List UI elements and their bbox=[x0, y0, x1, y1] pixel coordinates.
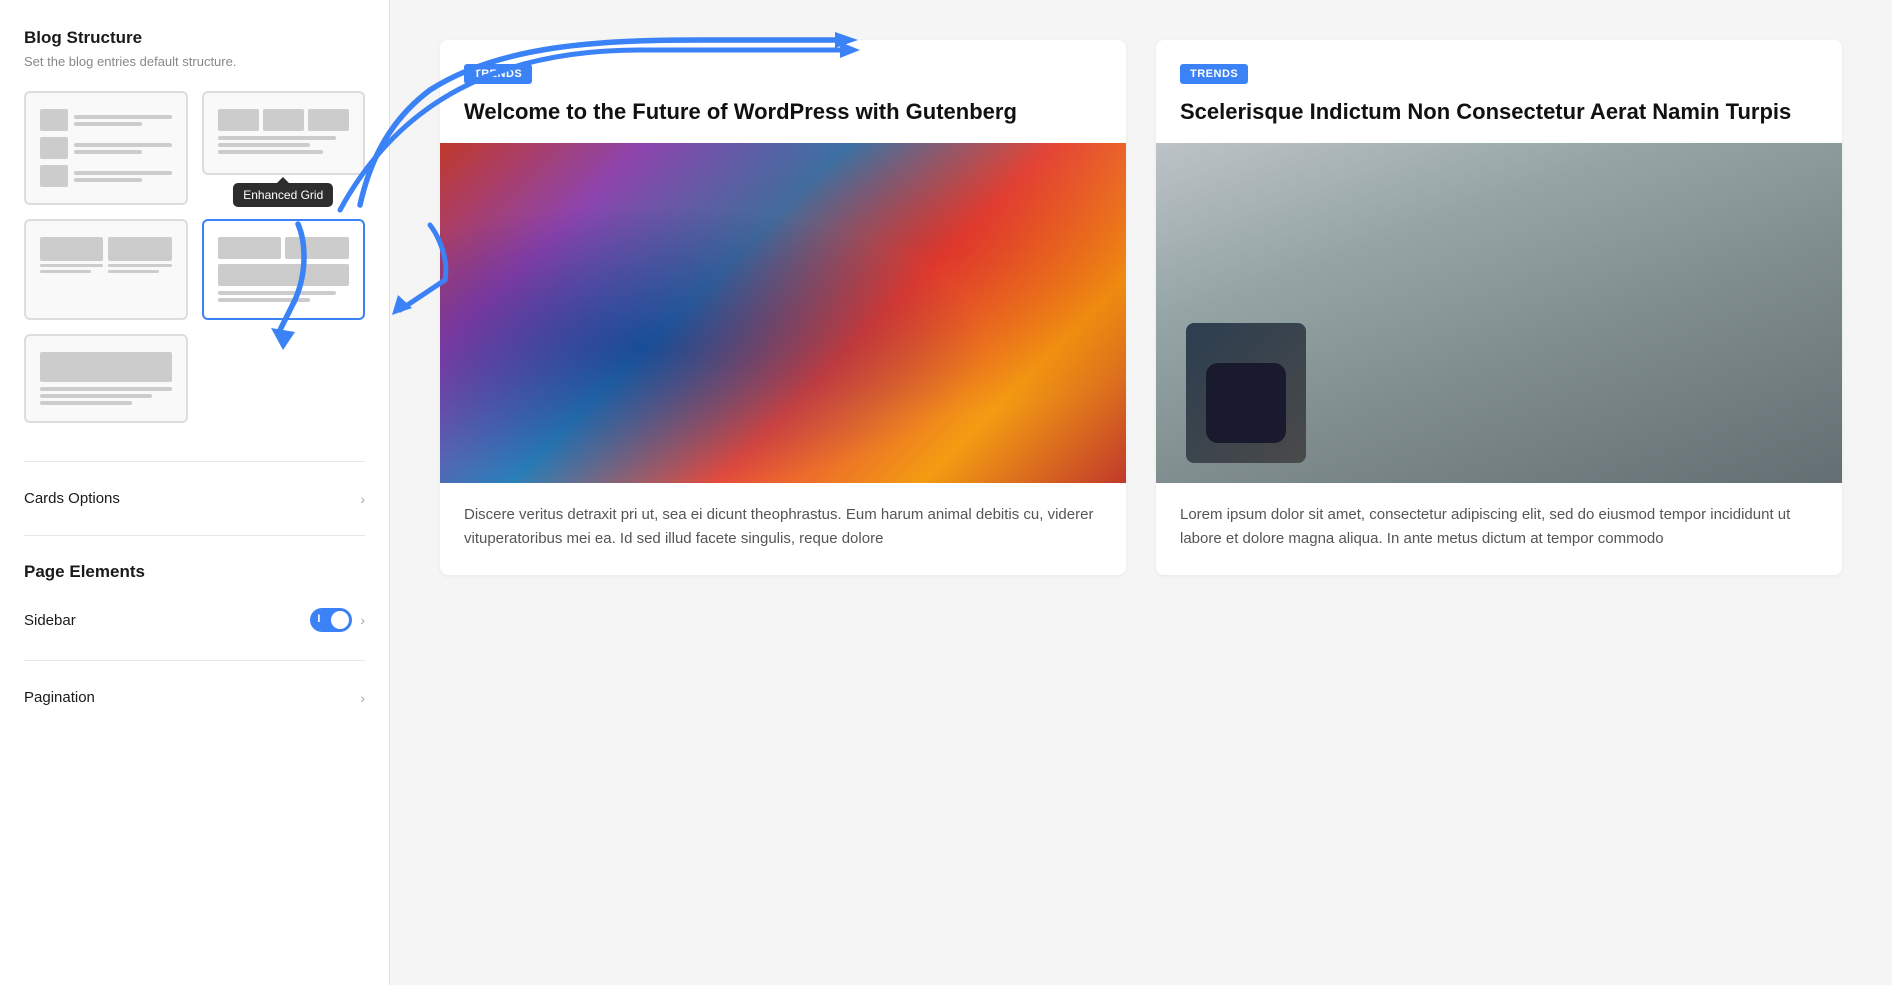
sidebar-toggle-right: I › bbox=[310, 608, 365, 632]
lines-skel bbox=[74, 115, 172, 126]
blog-card-1-body: Discere veritus detraxit pri ut, sea ei … bbox=[440, 483, 1126, 575]
line bbox=[74, 178, 142, 182]
blog-card-1-badge: TRENDS bbox=[464, 64, 532, 84]
skel-line bbox=[40, 264, 103, 267]
skel-block bbox=[285, 237, 349, 259]
layout-card-active-grid[interactable] bbox=[202, 219, 366, 320]
lines-skel bbox=[74, 143, 172, 154]
chevron-right-icon: › bbox=[360, 491, 365, 507]
thumb-skel bbox=[40, 237, 103, 261]
enhanced-bottom-lines bbox=[218, 136, 350, 154]
skel-line bbox=[218, 291, 336, 295]
skel-block bbox=[218, 109, 259, 131]
sidebar-row-chevron: › bbox=[360, 612, 365, 628]
blog-card-1-top: TRENDS Welcome to the Future of WordPres… bbox=[440, 40, 1126, 143]
line bbox=[74, 122, 142, 126]
skel-block bbox=[218, 264, 350, 286]
divider-3 bbox=[24, 660, 365, 661]
enhanced-grid-tooltip: Enhanced Grid bbox=[233, 183, 333, 207]
page-elements-title: Page Elements bbox=[24, 562, 365, 582]
toggle-knob bbox=[331, 611, 349, 629]
blog-card-2-top: TRENDS Scelerisque Indictum Non Consecte… bbox=[1156, 40, 1842, 143]
layout-preview-enhanced bbox=[214, 103, 354, 160]
sidebar-title: Blog Structure bbox=[24, 28, 365, 48]
pagination-chevron-icon: › bbox=[360, 690, 365, 706]
enhanced-top-blocks bbox=[218, 109, 350, 131]
layout-card-enhanced-grid[interactable]: Enhanced Grid bbox=[202, 91, 366, 175]
wide-lines bbox=[40, 387, 172, 405]
sidebar-subtitle: Set the blog entries default structure. bbox=[24, 54, 365, 69]
main-content: TRENDS Welcome to the Future of WordPres… bbox=[390, 0, 1892, 985]
blog-card-2-image bbox=[1156, 143, 1842, 483]
layout-preview-wide bbox=[36, 346, 176, 411]
sidebar-toggle-label: Sidebar bbox=[24, 612, 76, 629]
blog-card-2-body: Lorem ipsum dolor sit amet, consectetur … bbox=[1156, 483, 1842, 575]
active-top-blocks bbox=[218, 237, 350, 259]
layout-card-wide[interactable] bbox=[24, 334, 188, 423]
skel-line bbox=[40, 387, 172, 391]
blog-card-2-excerpt: Lorem ipsum dolor sit amet, consectetur … bbox=[1180, 503, 1818, 551]
layout-preview-active bbox=[214, 231, 354, 308]
thumb-skel bbox=[40, 352, 172, 382]
layout-preview-list bbox=[36, 103, 176, 193]
pagination-label: Pagination bbox=[24, 689, 95, 706]
thumb-skel bbox=[40, 137, 68, 159]
cards-options-label: Cards Options bbox=[24, 490, 120, 507]
skel-line bbox=[40, 270, 91, 273]
blog-card-2-badge: TRENDS bbox=[1180, 64, 1248, 84]
skel-line bbox=[40, 394, 152, 398]
line bbox=[74, 115, 172, 119]
blog-grid: TRENDS Welcome to the Future of WordPres… bbox=[440, 40, 1842, 575]
skel-block bbox=[308, 109, 349, 131]
active-bottom-lines bbox=[218, 291, 350, 302]
blog-card-1: TRENDS Welcome to the Future of WordPres… bbox=[440, 40, 1126, 575]
skel-line bbox=[108, 270, 159, 273]
lines-skel bbox=[74, 171, 172, 182]
blog-card-2-title: Scelerisque Indictum Non Consectetur Aer… bbox=[1180, 98, 1818, 127]
line bbox=[74, 143, 172, 147]
thumb-skel bbox=[40, 165, 68, 187]
skel-block bbox=[218, 237, 282, 259]
divider-1 bbox=[24, 461, 365, 462]
skel-block bbox=[263, 109, 304, 131]
cards-options-row[interactable]: Cards Options › bbox=[24, 480, 365, 517]
blog-card-1-title: Welcome to the Future of WordPress with … bbox=[464, 98, 1102, 127]
blog-card-2: TRENDS Scelerisque Indictum Non Consecte… bbox=[1156, 40, 1842, 575]
skel-line bbox=[218, 150, 323, 154]
layout-card-list[interactable] bbox=[24, 91, 188, 205]
sidebar-toggle-switch[interactable]: I bbox=[310, 608, 352, 632]
layout-card-2col[interactable] bbox=[24, 219, 188, 320]
2col-item bbox=[40, 237, 103, 273]
pagination-row[interactable]: Pagination › bbox=[24, 679, 365, 716]
structure-grid: Enhanced Grid bbox=[24, 91, 365, 423]
toggle-on-text: I bbox=[317, 613, 320, 625]
line bbox=[74, 150, 142, 154]
blog-card-1-image bbox=[440, 143, 1126, 483]
skel-line bbox=[218, 143, 310, 147]
divider-2 bbox=[24, 535, 365, 536]
skel-line bbox=[108, 264, 171, 267]
skel-line bbox=[40, 401, 132, 405]
thumb-skel bbox=[108, 237, 171, 261]
skel-line bbox=[218, 298, 310, 302]
skel-line bbox=[218, 136, 336, 140]
line bbox=[74, 171, 172, 175]
layout-preview-2col bbox=[36, 231, 176, 279]
sidebar: Blog Structure Set the blog entries defa… bbox=[0, 0, 390, 985]
sidebar-toggle-row: Sidebar I › bbox=[24, 598, 365, 642]
2col-item bbox=[108, 237, 171, 273]
blog-card-1-excerpt: Discere veritus detraxit pri ut, sea ei … bbox=[464, 503, 1102, 551]
thumb-skel bbox=[40, 109, 68, 131]
